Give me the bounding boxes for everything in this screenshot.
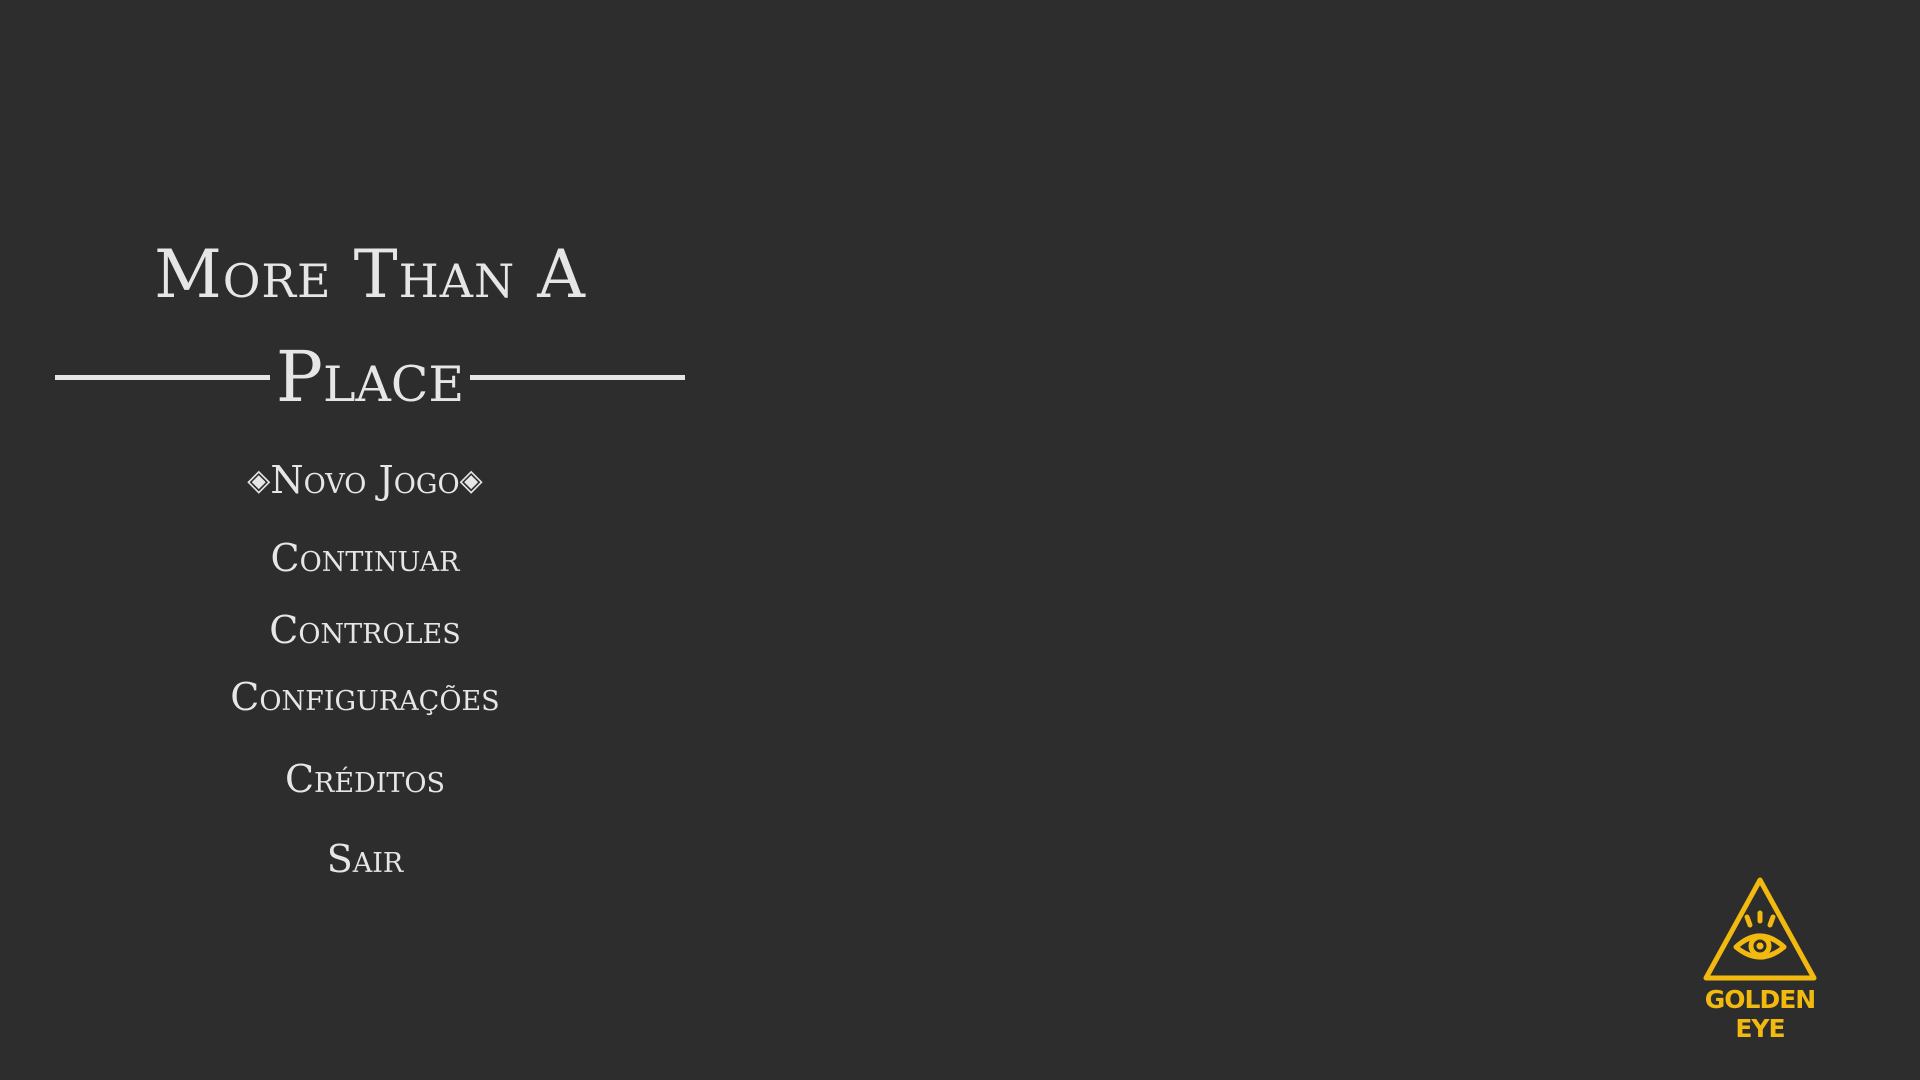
studio-name: GOLDEN EYE — [1704, 985, 1816, 1043]
menu-item-label: Créditos — [284, 757, 446, 801]
menu-item-creditos[interactable]: Créditos — [165, 749, 565, 809]
menu-item-sair[interactable]: Sair — [165, 829, 565, 889]
main-menu-screen: More Than A Place ◈Novo Jogo◈ Continuar … — [0, 0, 1920, 1080]
title-rule-left — [55, 375, 270, 380]
game-title: More Than A Place — [55, 225, 686, 430]
diamond-icon: ◈ — [459, 463, 483, 498]
studio-logo: GOLDEN EYE — [1690, 875, 1830, 1043]
menu-item-configuracoes[interactable]: Configurações — [165, 667, 565, 727]
menu-item-controles[interactable]: Controles — [165, 600, 565, 660]
diamond-icon: ◈ — [247, 463, 271, 498]
game-title-line-2: Place — [275, 336, 465, 418]
menu-item-label: Sair — [326, 837, 404, 881]
menu-item-continuar[interactable]: Continuar — [165, 528, 565, 588]
menu-item-label: Controles — [269, 608, 461, 652]
menu-item-label: Configurações — [230, 675, 500, 719]
menu-item-label: Continuar — [270, 536, 460, 580]
menu-item-novo-jogo[interactable]: ◈Novo Jogo◈ — [165, 450, 565, 510]
menu-item-label: Novo Jogo — [270, 458, 460, 502]
game-title-line-1: More Than A — [154, 236, 586, 313]
eye-in-triangle-icon — [1703, 877, 1817, 981]
game-title-row-2: Place — [55, 325, 686, 430]
title-rule-right — [470, 375, 686, 380]
